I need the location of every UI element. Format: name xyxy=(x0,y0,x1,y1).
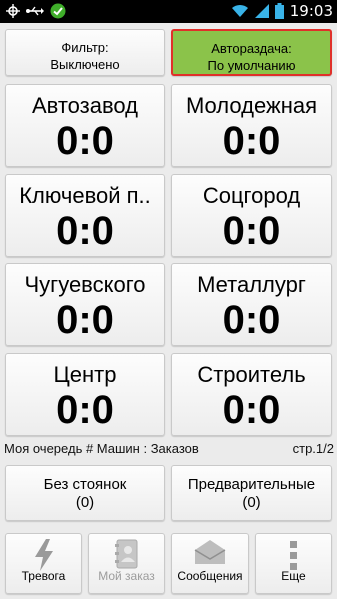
envelope-icon xyxy=(194,540,226,564)
district-name: Центр xyxy=(53,362,117,387)
wifi-icon xyxy=(231,4,248,17)
auto-dispatch-value: По умолчанию xyxy=(207,58,296,73)
auto-dispatch-button[interactable]: Автораздача: По умолчанию xyxy=(171,29,332,76)
district-score: 0:0 xyxy=(222,119,281,163)
preorders-button[interactable]: Предварительные (0) xyxy=(171,465,332,521)
filter-value: Выключено xyxy=(50,57,120,72)
queue-label: Моя очередь # Машин : Заказов xyxy=(4,441,199,456)
no-parking-label: Без стоянок xyxy=(43,476,127,493)
signal-icon xyxy=(254,4,269,18)
district-name: Чугуевского xyxy=(24,272,146,297)
more-label: Еще xyxy=(281,569,306,583)
contacts-book-icon xyxy=(114,539,137,569)
status-time: 19:03 xyxy=(289,2,333,20)
preorders-count: (0) xyxy=(242,494,261,511)
check-circle-icon xyxy=(50,3,66,19)
district-button-klyuchevoy[interactable]: Ключевой п.. 0:0 xyxy=(5,174,165,257)
district-button-metallurg[interactable]: Металлург 0:0 xyxy=(171,263,332,346)
district-button-stroitel[interactable]: Строитель 0:0 xyxy=(171,353,332,436)
district-score: 0:0 xyxy=(222,388,281,432)
battery-icon xyxy=(274,3,284,19)
district-name: Металлург xyxy=(197,272,306,297)
no-parking-count: (0) xyxy=(75,494,95,511)
district-score: 0:0 xyxy=(56,209,114,253)
district-name: Ключевой п.. xyxy=(19,183,151,208)
district-button-chuguevskogo[interactable]: Чугуевского 0:0 xyxy=(5,263,165,346)
status-bar: 19:03 xyxy=(0,0,337,23)
district-name: Строитель xyxy=(197,362,306,387)
filter-button[interactable]: Фильтр: Выключено xyxy=(5,29,165,76)
filter-label: Фильтр: xyxy=(61,40,109,55)
district-score: 0:0 xyxy=(222,298,281,342)
page-indicator: стр.1/2 xyxy=(292,441,334,456)
district-name: Автозавод xyxy=(31,93,139,118)
district-button-molodezhnaya[interactable]: Молодежная 0:0 xyxy=(171,84,332,167)
alarm-label: Тревога xyxy=(21,569,66,583)
district-name: Молодежная xyxy=(185,93,317,118)
auto-dispatch-label: Автораздача: xyxy=(211,41,292,56)
messages-label: Сообщения xyxy=(177,569,243,583)
more-button[interactable]: Еще xyxy=(255,533,332,594)
alarm-button[interactable]: Тревога xyxy=(5,533,82,594)
district-button-tsentr[interactable]: Центр 0:0 xyxy=(5,353,165,436)
district-button-avtozavod[interactable]: Автозавод 0:0 xyxy=(5,84,165,167)
queue-header: Моя очередь # Машин : Заказов стр.1/2 xyxy=(4,441,334,459)
messages-button[interactable]: Сообщения xyxy=(171,533,249,594)
preorders-label: Предварительные xyxy=(187,476,316,493)
usb-icon xyxy=(26,6,44,16)
lightning-icon xyxy=(34,539,53,571)
district-button-sotsgorod[interactable]: Соцгород 0:0 xyxy=(171,174,332,257)
district-name: Соцгород xyxy=(202,183,301,208)
district-score: 0:0 xyxy=(222,209,281,253)
district-score: 0:0 xyxy=(56,298,114,342)
no-parking-button[interactable]: Без стоянок (0) xyxy=(5,465,165,521)
district-score: 0:0 xyxy=(56,388,114,432)
more-vertical-icon xyxy=(289,541,297,570)
my-order-button[interactable]: Мой заказ xyxy=(88,533,165,594)
target-icon xyxy=(6,4,20,18)
my-order-label: Мой заказ xyxy=(98,569,155,583)
district-score: 0:0 xyxy=(56,119,114,163)
